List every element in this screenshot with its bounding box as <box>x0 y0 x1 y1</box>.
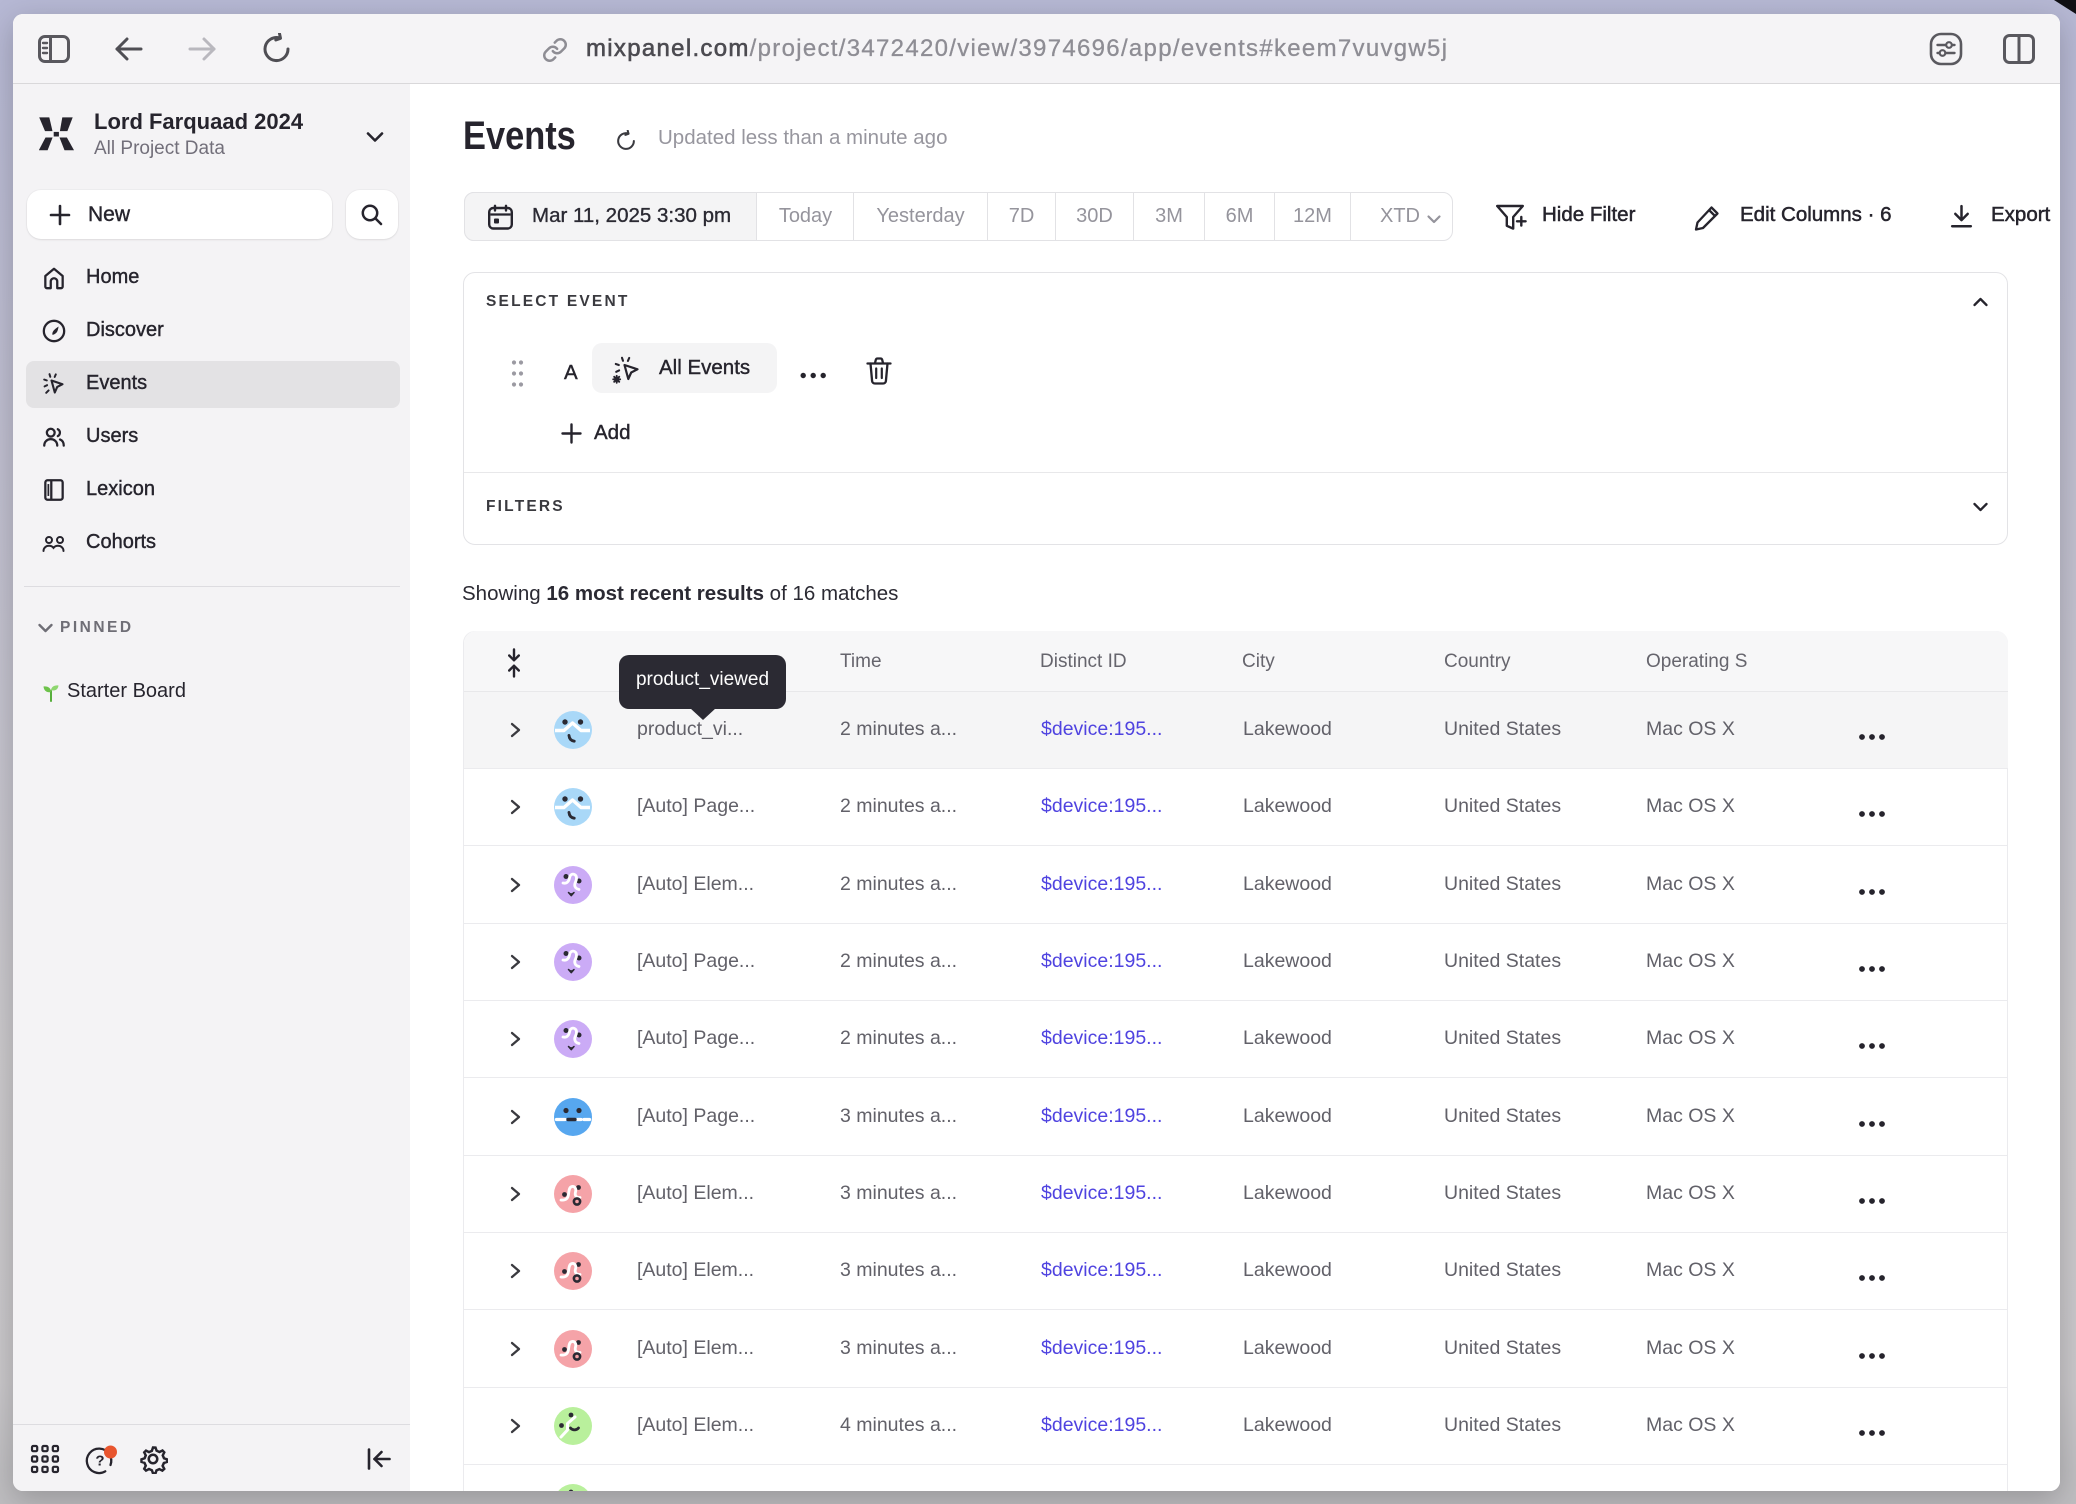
svg-text:?: ? <box>95 1453 104 1470</box>
